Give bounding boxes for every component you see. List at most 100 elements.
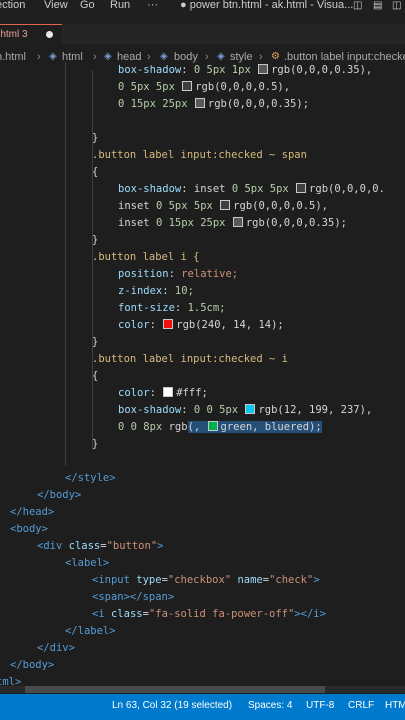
code-line: </body> [10,657,54,674]
code-line: <i class="fa-solid fa-power-off"></i> [92,608,326,620]
code-line: </style> [65,470,116,487]
css-value: 0 0 5px [193,404,239,416]
css-property: color [118,319,150,331]
code-line: </div> [37,640,75,657]
css-value: 0 15px 25px [155,217,226,229]
color-swatch[interactable] [258,64,269,74]
code-line: tml> [0,674,21,686]
code-line: box-shadow: inset 0 5px 5px rgb(0,0,0,0. [118,183,385,195]
css-value: rgb(0,0,0,0.5), [233,200,328,212]
code-line: <span></span> [92,589,174,606]
tab-bar: n.html 3 [0,24,405,44]
css-value: rgb(0,0,0,0.5), [195,81,291,93]
css-property: box-shadow [118,183,182,195]
html-tag: </style> [65,472,116,484]
menu-view[interactable]: View [44,0,68,11]
css-property: font-size [118,302,175,314]
menu-more[interactable]: ··· [147,0,158,11]
color-swatch[interactable] [182,81,193,91]
code-line: </label> [65,623,116,640]
html-tag: </div> [37,642,75,654]
css-value: 0 15px 25px [118,98,188,110]
css-value: rgb(0,0,0,0.35); [207,98,310,110]
css-value: 0 5px 5px [155,200,213,212]
css-value: 0 5px 5px [231,183,289,195]
code-line: 0 5px 5px rgb(0,0,0,0.5), [118,79,290,96]
encoding[interactable]: UTF-8 [306,694,334,718]
code-line: .button label input:checked ~ span [92,147,307,164]
brace: } [92,132,99,144]
menu-run[interactable]: Run [110,0,130,11]
color-swatch[interactable] [220,200,231,210]
brace: { [92,166,99,178]
css-value: rgb(0,0,0,0. [309,183,385,195]
horizontal-scrollbar[interactable] [0,686,405,693]
code-line: color: #fff; [118,387,208,399]
selected-text: green, bluered); [220,421,322,433]
code-line: .button label input:checked ~ i [92,351,288,368]
html-attribute: name [237,574,263,586]
brace: } [92,336,99,348]
code-line: <input type="checkbox" name="check"> [92,574,320,586]
layout-icon[interactable]: ◫ [392,0,401,11]
color-swatch[interactable] [296,183,307,193]
unsaved-dot-icon[interactable] [46,31,53,38]
element-icon: ◈ [217,51,225,62]
html-attribute-value: "check" [269,574,314,586]
code-line: } [92,334,98,351]
line-ending[interactable]: CRLF [348,694,374,718]
language-mode[interactable]: HTM [385,694,405,718]
color-swatch[interactable] [232,217,243,227]
css-property: box-shadow [118,404,182,416]
tab-label: n.html 3 [0,29,28,40]
code-line: color: rgb(240, 14, 14); [118,319,284,331]
code-line: </head> [10,504,54,521]
css-keyword: inset [118,217,150,229]
element-icon: ◈ [49,51,57,62]
menu-selection[interactable]: ection [0,0,25,11]
code-line: font-size: 1.5cm; [118,302,226,314]
color-swatch[interactable] [163,387,174,397]
css-value: relative; [181,268,239,280]
code-line: <label> [65,555,109,572]
html-tag: <body> [10,523,48,535]
scrollbar-thumb[interactable] [25,686,325,693]
css-property: position [118,268,169,280]
color-swatch[interactable] [245,404,256,414]
layout-icon[interactable]: ◫ [353,0,362,11]
indentation[interactable]: Spaces: 4 [248,694,292,718]
css-rule-icon: ⚙ [271,51,280,62]
html-attribute-value: "button" [106,540,158,552]
layout-icon[interactable]: ▤ [373,0,382,11]
code-line: box-shadow: 0 5px 1px rgb(0,0,0,0.35), [118,64,373,76]
code-line: } [92,232,98,249]
css-value: #fff; [176,387,208,399]
css-value: 0 0 8px [118,421,163,433]
cursor-position[interactable]: Ln 63, Col 32 (19 selected) [112,694,232,718]
css-value: 10; [174,285,194,297]
code-line: inset 0 15px 25px rgb(0,0,0,0.35); [118,215,347,232]
css-value: rgb(240, 14, 14); [176,319,284,331]
html-tag: <label> [65,557,110,569]
code-line: } [92,436,98,453]
css-selector: .button label input:checked ~ i [92,353,288,365]
html-tag: </body> [10,659,55,671]
css-value: rgb(0,0,0,0.35); [245,217,347,229]
text-selection[interactable]: (, green, bluered); [187,421,322,433]
code-line: } [92,130,98,147]
brace: } [92,234,99,246]
code-line: <body> [10,521,48,538]
brace: } [92,438,99,450]
html-attribute: type [136,574,162,586]
css-function: rgb [168,421,188,433]
html-attribute-value: "checkbox" [167,574,232,586]
html-tag: <span></span> [92,591,175,603]
color-swatch[interactable] [163,319,174,329]
color-swatch[interactable] [207,421,218,431]
code-editor[interactable]: box-shadow: 0 5px 1px rgb(0,0,0,0.35), 0… [0,62,405,686]
tab-active-file[interactable]: n.html 3 [0,24,62,44]
css-keyword: inset [118,200,150,212]
code-line-selected: 0 0 8px rgb(, green, bluered); [118,419,322,436]
menu-go[interactable]: Go [80,0,95,11]
color-swatch[interactable] [194,98,205,108]
